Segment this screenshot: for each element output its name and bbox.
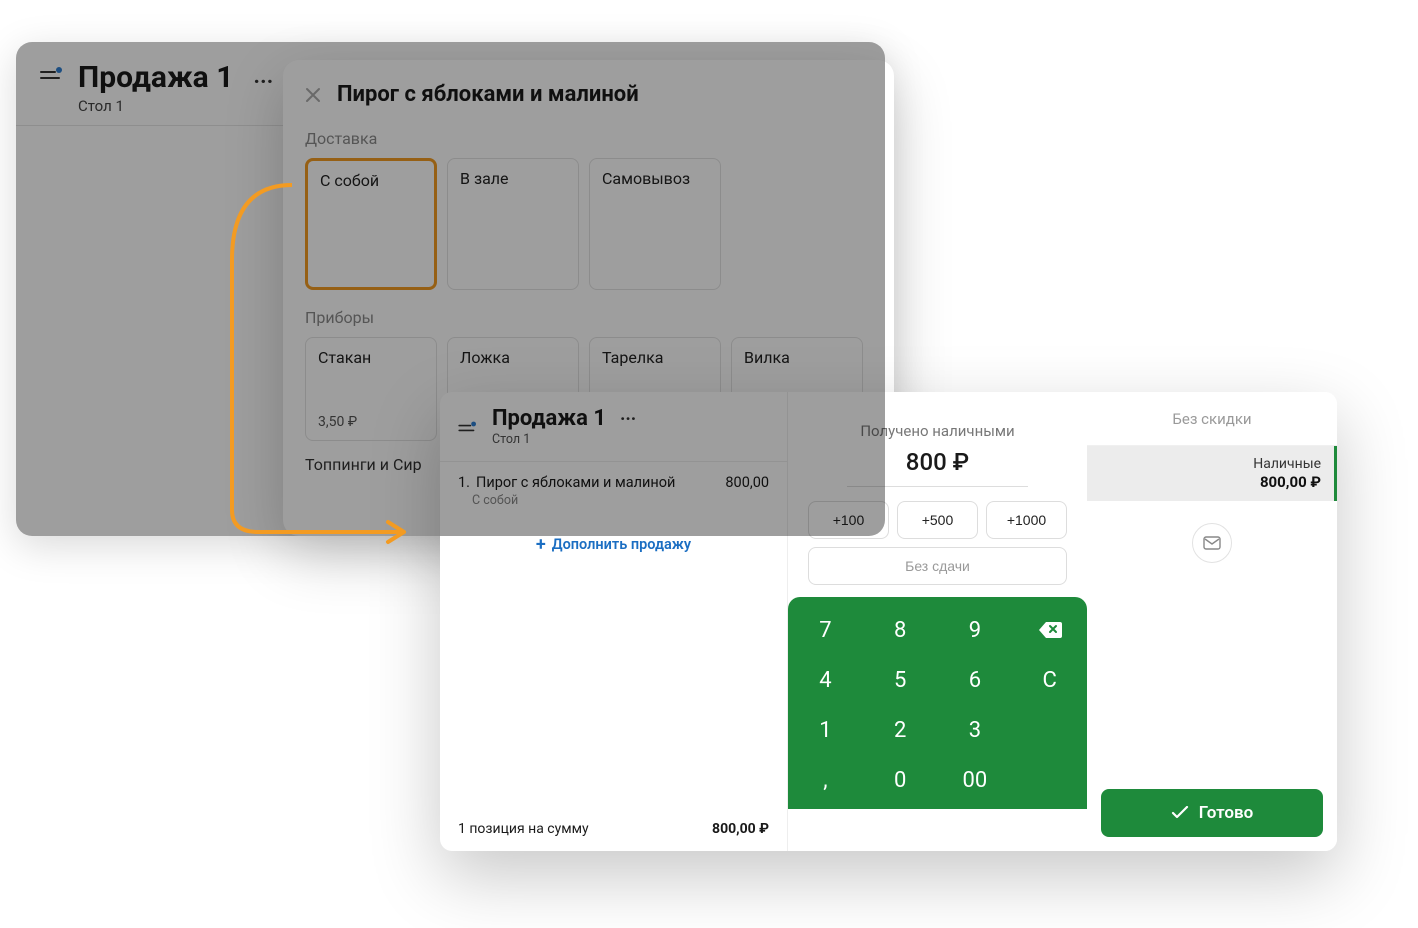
- payment-panel: Получено наличными 800 ₽ +100 +500 +1000…: [788, 392, 1087, 851]
- no-change-button[interactable]: Без сдачи: [808, 547, 1067, 585]
- table-label: Стол 1: [492, 432, 636, 447]
- order-panel: Продажа 1 ··· Стол 1 1. Пирог с яблоками…: [440, 392, 788, 851]
- key-4[interactable]: 4: [788, 655, 863, 705]
- checkout-window: Продажа 1 ··· Стол 1 1. Пирог с яблоками…: [440, 392, 1337, 851]
- quick-add-1000[interactable]: +1000: [986, 501, 1067, 539]
- payment-method-cash[interactable]: Наличные 800,00 ₽: [1087, 446, 1337, 501]
- utensil-tile-cup[interactable]: Стакан3,50 ₽: [305, 337, 437, 441]
- more-icon[interactable]: ···: [253, 70, 273, 95]
- add-to-sale-button[interactable]: +Дополнить продажу: [440, 508, 787, 581]
- key-7[interactable]: 7: [788, 605, 863, 655]
- done-button[interactable]: Готово: [1101, 789, 1323, 837]
- key-9[interactable]: 9: [938, 605, 1013, 655]
- quick-add-500[interactable]: +500: [897, 501, 978, 539]
- delivery-options: С собой В зале Самовывоз: [283, 158, 894, 290]
- key-empty: [1012, 755, 1087, 805]
- section-utensils-label: Приборы: [283, 290, 894, 337]
- key-comma[interactable]: ,: [788, 755, 863, 805]
- email-receipt-button[interactable]: [1192, 523, 1232, 563]
- delivery-tile-pickup[interactable]: Самовывоз: [589, 158, 721, 290]
- mail-icon: [1203, 536, 1221, 550]
- received-label: Получено наличными: [808, 422, 1067, 440]
- delivery-tile-inhouse[interactable]: В зале: [447, 158, 579, 290]
- key-2[interactable]: 2: [863, 705, 938, 755]
- received-amount: 800 ₽: [847, 448, 1028, 487]
- payment-methods-panel: Без скидки Наличные 800,00 ₽ Готово: [1087, 392, 1337, 851]
- menu-icon[interactable]: [40, 68, 64, 92]
- key-6[interactable]: 6: [938, 655, 1013, 705]
- key-backspace[interactable]: [1012, 605, 1087, 655]
- line-item-name: Пирог с яблоками и малиной: [476, 474, 719, 491]
- footer-total: 800,00 ₽: [712, 821, 769, 837]
- modal-title: Пирог с яблоками и малиной: [337, 82, 639, 107]
- line-item-modifier: С собой: [440, 493, 787, 508]
- key-empty: [1012, 705, 1087, 755]
- key-0[interactable]: 0: [863, 755, 938, 805]
- footer-count: 1 позиция на сумму: [458, 821, 589, 837]
- close-icon[interactable]: [303, 85, 323, 105]
- no-discount-button[interactable]: Без скидки: [1087, 392, 1337, 446]
- key-3[interactable]: 3: [938, 705, 1013, 755]
- menu-icon[interactable]: [458, 422, 477, 441]
- sale-title: Продажа 1: [492, 406, 606, 431]
- more-icon[interactable]: ···: [620, 409, 636, 430]
- key-8[interactable]: 8: [863, 605, 938, 655]
- key-5[interactable]: 5: [863, 655, 938, 705]
- quick-add-100[interactable]: +100: [808, 501, 889, 539]
- plus-icon: +: [536, 534, 546, 555]
- check-icon: [1171, 806, 1189, 820]
- line-item[interactable]: 1. Пирог с яблоками и малиной 800,00: [440, 462, 787, 493]
- key-1[interactable]: 1: [788, 705, 863, 755]
- key-00[interactable]: 00: [938, 755, 1013, 805]
- line-item-price: 800,00: [725, 474, 769, 491]
- numeric-keypad: 7 8 9 4 5 6 C 1 2 3 , 0 00: [788, 597, 1087, 809]
- section-delivery-label: Доставка: [283, 125, 894, 158]
- sale-title: Продажа 1: [78, 60, 233, 95]
- key-clear[interactable]: C: [1012, 655, 1087, 705]
- delivery-tile-takeaway[interactable]: С собой: [305, 158, 437, 290]
